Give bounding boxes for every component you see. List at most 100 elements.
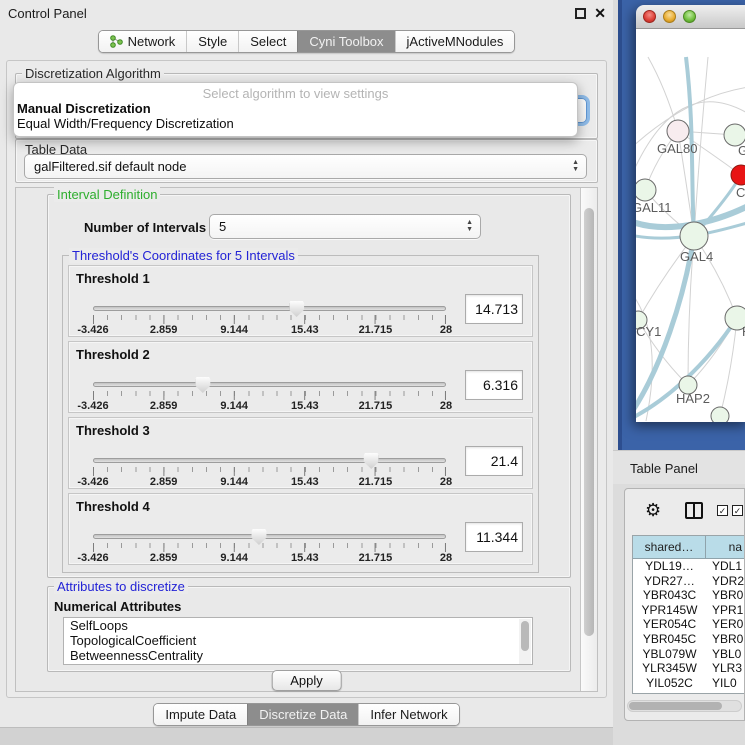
list-item[interactable]: BetweennessCentrality — [64, 648, 532, 663]
list-item[interactable]: TopologicalCoefficient — [64, 633, 532, 648]
tab-discretize-data[interactable]: Discretize Data — [247, 704, 358, 725]
threshold-4-slider[interactable] — [93, 534, 446, 539]
table-data-group: Table Data galFiltered.sif default node … — [15, 139, 598, 183]
group-title: Discretization Algorithm — [22, 66, 164, 81]
thresholds-group: Threshold's Coordinates for 5 Intervals … — [62, 255, 539, 573]
tab-impute-data[interactable]: Impute Data — [154, 704, 247, 725]
table-panel-header: Table Panel — [613, 450, 745, 484]
table-header-row: shared… na — [633, 536, 744, 559]
scrollbar-thumb[interactable] — [584, 208, 594, 636]
checkbox-checked-icon[interactable]: ✓ — [732, 505, 743, 516]
threshold-4-value-field[interactable]: 11.344 — [465, 522, 523, 552]
checkbox-checked-icon[interactable]: ✓ — [717, 505, 728, 516]
table-row[interactable]: YBR045CYBR0 — [633, 632, 744, 647]
scrollbar-thumb[interactable] — [629, 702, 722, 710]
close-panel-icon[interactable]: ✕ — [594, 5, 606, 22]
list-item[interactable]: SelfLoops — [64, 618, 532, 633]
slider-ticks — [93, 391, 446, 400]
threshold-1-slider[interactable] — [93, 306, 446, 311]
threshold-3-value-field[interactable]: 21.4 — [465, 446, 523, 476]
gear-icon[interactable]: ⚙ — [645, 501, 661, 519]
network-window[interactable]: GAL80 GA C GAL11 GAL4 GCY1 H HAP2 — [636, 5, 745, 422]
group-title: Attributes to discretize — [54, 579, 188, 594]
network-tree-icon — [110, 35, 123, 48]
numerical-attributes-list[interactable]: SelfLoops TopologicalCoefficient Between… — [63, 617, 533, 665]
column-header-name[interactable]: na — [706, 536, 744, 558]
threshold-3-block: Threshold 3 -3.4262.859 9.14415.43 21.71… — [68, 417, 533, 489]
node-highlighted-red[interactable] — [731, 165, 745, 185]
slider-ticks — [93, 467, 446, 476]
threshold-label: Threshold 3 — [76, 423, 150, 438]
network-graph[interactable]: GAL80 GA C GAL11 GAL4 GCY1 H HAP2 — [636, 29, 745, 422]
algorithm-option-equal-width[interactable]: Equal Width/Frequency Discretization — [14, 116, 577, 131]
table-row[interactable]: YER054CYER0 — [633, 617, 744, 632]
node-label: GAL11 — [636, 200, 672, 215]
threshold-label: Threshold 2 — [76, 347, 150, 362]
node-label: C — [736, 185, 745, 200]
slider-ticks — [93, 315, 446, 324]
tab-jactivemnodules[interactable]: jActiveMNodules — [395, 31, 515, 52]
node-label: GA — [738, 143, 745, 158]
threshold-2-value-field[interactable]: 6.316 — [465, 370, 523, 400]
slider-scale-labels: -3.4262.859 9.14415.43 21.71528 — [93, 400, 446, 412]
slider-scale-labels: -3.4262.859 9.14415.43 21.71528 — [93, 552, 446, 564]
mac-zoom-icon[interactable] — [683, 10, 696, 23]
table-toolbar: ⚙ ✓ ✓ — [625, 489, 744, 533]
node-gal4[interactable] — [680, 222, 708, 250]
node-partial[interactable] — [711, 407, 729, 422]
table-row[interactable]: YBR043CYBR0 — [633, 588, 744, 603]
table-row[interactable]: YDL19…YDL1 — [633, 559, 744, 574]
split-columns-icon[interactable] — [685, 502, 703, 519]
node-label: GAL4 — [680, 249, 713, 264]
panel-title: Control Panel — [8, 6, 87, 21]
node-gal11[interactable] — [636, 179, 656, 201]
tab-network[interactable]: Network — [99, 31, 187, 52]
threshold-label: Threshold 4 — [76, 499, 150, 514]
algorithm-dropdown-popup: Select algorithm to view settings Manual… — [13, 82, 578, 137]
settings-vertical-scrollbar[interactable] — [580, 188, 597, 691]
table-horizontal-scrollbar[interactable] — [627, 700, 742, 712]
tab-style[interactable]: Style — [186, 31, 238, 52]
threshold-2-slider[interactable] — [93, 382, 446, 387]
threshold-1-block: Threshold 1 -3.4262.859 9.14415.43 21.71… — [68, 265, 533, 337]
column-header-shared-name[interactable]: shared… — [633, 536, 706, 558]
algorithm-placeholder: Select algorithm to view settings — [14, 83, 577, 101]
threshold-3-slider[interactable] — [93, 458, 446, 463]
combo-stepper-icon: ▲▼ — [466, 219, 473, 233]
table-row[interactable]: YPR145WYPR1 — [633, 603, 744, 618]
node-label: HAP2 — [676, 391, 710, 406]
table-row[interactable]: YBL079WYBL0 — [633, 647, 744, 662]
node-table[interactable]: shared… na YDL19…YDL1 YDR27…YDR2 YBR043C… — [632, 535, 744, 694]
table-data-combobox[interactable]: galFiltered.sif default node ▲▼ — [24, 154, 587, 179]
top-tab-bar: Network Style Select Cyni Toolbox jActiv… — [0, 30, 613, 53]
tab-cyni-toolbox[interactable]: Cyni Toolbox — [297, 31, 394, 52]
settings-scrollpane: Interval Definition Number of Intervals … — [15, 187, 598, 692]
apply-button[interactable]: Apply — [271, 670, 342, 691]
network-window-titlebar — [636, 5, 745, 29]
node-label: GCY1 — [636, 324, 661, 339]
threshold-label: Threshold 1 — [76, 271, 150, 286]
mac-minimize-icon[interactable] — [663, 10, 676, 23]
table-row[interactable]: YDR27…YDR2 — [633, 574, 744, 589]
threshold-1-value-field[interactable]: 14.713 — [465, 294, 523, 324]
threshold-2-block: Threshold 2 -3.4262.859 9.14415.43 21.71… — [68, 341, 533, 413]
interval-definition-group: Interval Definition Number of Intervals … — [47, 194, 571, 578]
number-of-intervals-combobox[interactable]: 5 ▲▼ — [209, 214, 481, 239]
list-scrollbar[interactable] — [519, 619, 531, 665]
control-panel: Control Panel ✕ Network Style Select Cyn… — [0, 0, 613, 728]
table-row[interactable]: YIL052CYIL0 — [633, 676, 744, 691]
combo-stepper-icon: ▲▼ — [572, 159, 579, 173]
mac-close-icon[interactable] — [643, 10, 656, 23]
tab-infer-network[interactable]: Infer Network — [358, 704, 458, 725]
control-panel-titlebar: Control Panel ✕ — [0, 0, 613, 26]
group-title: Threshold's Coordinates for 5 Intervals — [69, 248, 298, 263]
node-gal80[interactable] — [667, 120, 689, 142]
numerical-attributes-label: Numerical Attributes — [54, 599, 181, 614]
slider-scale-labels: -3.4262.859 9.14415.43 21.71528 — [93, 324, 446, 336]
float-panel-icon[interactable] — [575, 8, 586, 19]
algorithm-option-manual[interactable]: Manual Discretization — [14, 101, 577, 116]
tab-select[interactable]: Select — [238, 31, 297, 52]
node-label: GAL80 — [657, 141, 697, 156]
attributes-group: Attributes to discretize Numerical Attri… — [47, 586, 571, 672]
table-row[interactable]: YLR345WYLR3 — [633, 661, 744, 676]
